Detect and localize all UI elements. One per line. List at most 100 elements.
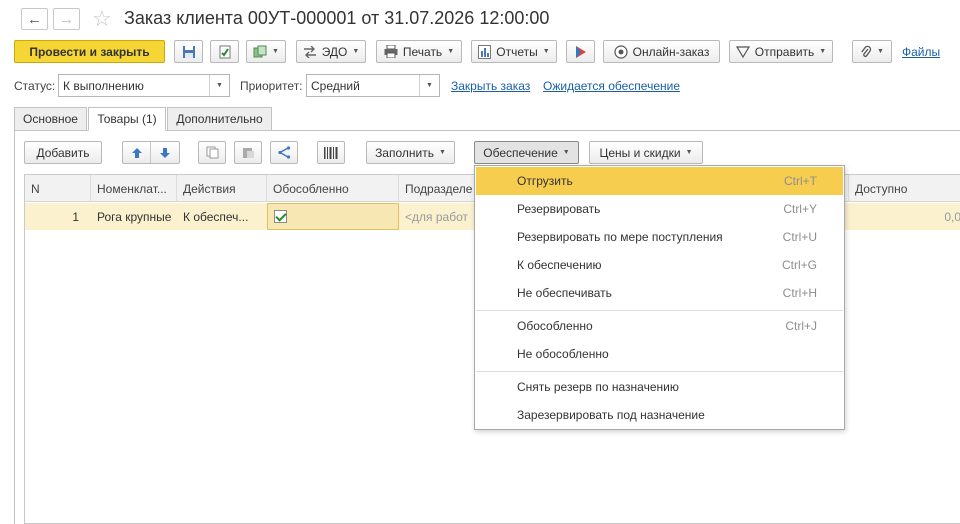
reports-label: Отчеты [496, 44, 538, 59]
row-separate-cell[interactable] [267, 203, 399, 230]
post-button[interactable] [210, 40, 239, 63]
prices-discounts-label: Цены и скидки [599, 145, 681, 160]
files-link[interactable]: Файлы [902, 45, 940, 59]
save-icon [182, 45, 195, 58]
menu-item-shortcut: Ctrl+J [785, 319, 817, 333]
reports-button[interactable]: Отчеты ▼ [471, 40, 557, 63]
menu-item-reserve-for-assignment[interactable]: Зарезервировать под назначение [476, 401, 843, 429]
chevron-down-icon: ▼ [447, 48, 455, 55]
chevron-down-icon[interactable]: ▼ [419, 75, 439, 96]
forward-button[interactable]: → [53, 8, 80, 30]
save-button[interactable] [174, 40, 203, 63]
chevron-down-icon: ▼ [685, 149, 693, 156]
column-header-actions[interactable]: Действия [177, 175, 267, 202]
row-number: 1 [72, 209, 79, 224]
menu-item-remove-reserve[interactable]: Снять резерв по назначению [476, 373, 843, 401]
create-based-icon [253, 45, 267, 57]
arrow-right-icon: → [59, 10, 74, 28]
menu-item-ship[interactable]: Отгрузить Ctrl+T [476, 167, 843, 195]
column-header-separate[interactable]: Обособленно [267, 175, 399, 202]
page-title: Заказ клиента 00УТ-000001 от 31.07.2026 … [124, 8, 550, 28]
menu-item-label: Не обособленно [517, 347, 609, 361]
chevron-down-icon: ▼ [542, 48, 550, 55]
tab-main[interactable]: Основное [14, 107, 87, 131]
send-link-button[interactable] [566, 40, 595, 63]
supply-dropdown-menu: Отгрузить Ctrl+T Резервировать Ctrl+Y Ре… [474, 165, 845, 430]
title-bar: ← → ☆ Заказ клиента 00УТ-000001 от 31.07… [0, 0, 960, 38]
back-button[interactable]: ← [21, 8, 48, 30]
menu-item-reserve[interactable]: Резервировать Ctrl+Y [476, 195, 843, 223]
supply-button[interactable]: Обеспечение ▼ [474, 141, 579, 164]
menu-item-shortcut: Ctrl+G [781, 258, 817, 272]
online-order-icon [614, 44, 628, 59]
menu-item-label: Резервировать [517, 202, 601, 216]
menu-item-label: Отгрузить [517, 174, 573, 188]
menu-item-label: Резервировать по мере поступления [517, 230, 723, 244]
chevron-down-icon: ▼ [819, 48, 827, 55]
move-down-button[interactable] [151, 142, 179, 163]
print-button[interactable]: Печать ▼ [376, 40, 462, 63]
arrow-up-icon [131, 147, 142, 158]
paperclip-icon [861, 45, 872, 57]
menu-item-label: Не обеспечивать [517, 286, 612, 300]
row-item[interactable]: Рога крупные [91, 203, 177, 230]
paste-icon [242, 148, 254, 158]
row-action[interactable]: К обеспеч... [177, 203, 267, 230]
menu-item-not-separate[interactable]: Не обособленно [476, 340, 843, 368]
column-header-available[interactable]: Доступно [849, 175, 960, 202]
chevron-down-icon: ▼ [562, 149, 570, 156]
chevron-down-icon: ▼ [877, 48, 884, 55]
chevron-down-icon[interactable]: ▼ [209, 75, 229, 96]
copy-button[interactable] [198, 141, 226, 164]
close-order-link[interactable]: Закрыть заказ [451, 79, 530, 93]
print-label: Печать [402, 44, 443, 59]
main-toolbar: Провести и закрыть ▼ ЭДО ▼ Печать ▼ Отче… [0, 40, 960, 64]
post-and-close-button[interactable]: Провести и закрыть [14, 40, 165, 63]
priority-select[interactable]: Средний ▼ [306, 74, 440, 97]
fill-button[interactable]: Заполнить ▼ [366, 141, 455, 164]
menu-item-shortcut: Ctrl+U [782, 230, 817, 244]
menu-item-separate[interactable]: Обособленно Ctrl+J [476, 312, 843, 340]
menu-item-to-supply[interactable]: К обеспечению Ctrl+G [476, 251, 843, 279]
printer-icon [384, 45, 398, 58]
online-order-label: Онлайн-заказ [632, 44, 710, 59]
status-select[interactable]: К выполнению ▼ [58, 74, 230, 97]
menu-item-label: Зарезервировать под назначение [517, 408, 705, 422]
supply-label: Обеспечение [483, 145, 558, 160]
menu-item-label: К обеспечению [517, 258, 602, 272]
tab-goods[interactable]: Товары (1) [88, 107, 166, 131]
chevron-down-icon: ▼ [272, 48, 279, 55]
send-button[interactable]: Отправить ▼ [729, 40, 833, 63]
move-buttons [122, 141, 180, 164]
column-header-item[interactable]: Номенклат... [91, 175, 177, 202]
tab-additional[interactable]: Дополнительно [167, 107, 272, 131]
column-header-n[interactable]: N [25, 175, 91, 202]
menu-item-shortcut: Ctrl+T [784, 174, 817, 188]
split-icon [277, 146, 290, 159]
status-label: Статус: [14, 79, 56, 93]
menu-item-do-not-supply[interactable]: Не обеспечивать Ctrl+H [476, 279, 843, 307]
create-based-button[interactable]: ▼ [246, 40, 286, 63]
edo-button[interactable]: ЭДО ▼ [296, 40, 366, 63]
separate-checkbox[interactable] [274, 210, 287, 223]
move-up-button[interactable] [123, 142, 151, 163]
awaiting-supply-link[interactable]: Ожидается обеспечение [543, 79, 680, 93]
fill-label: Заполнить [375, 145, 434, 160]
split-button[interactable] [270, 141, 298, 164]
online-order-button[interactable]: Онлайн-заказ [603, 40, 720, 63]
prices-discounts-button[interactable]: Цены и скидки ▼ [589, 141, 703, 164]
priority-label: Приоритет: [240, 79, 303, 93]
barcode-button[interactable] [317, 141, 345, 164]
reports-icon [478, 44, 492, 59]
paste-button[interactable] [234, 141, 262, 164]
edo-label: ЭДО [321, 44, 348, 59]
menu-item-label: Обособленно [517, 319, 593, 333]
favorite-star-icon[interactable]: ☆ [92, 6, 112, 32]
menu-item-reserve-on-arrival[interactable]: Резервировать по мере поступления Ctrl+U [476, 223, 843, 251]
chevron-down-icon: ▼ [438, 149, 446, 156]
row-available: 0,0 [944, 209, 960, 224]
menu-separator [476, 371, 843, 372]
menu-item-label: Снять резерв по назначению [517, 380, 679, 394]
attach-button[interactable]: ▼ [852, 40, 892, 63]
add-button[interactable]: Добавить [24, 141, 102, 164]
